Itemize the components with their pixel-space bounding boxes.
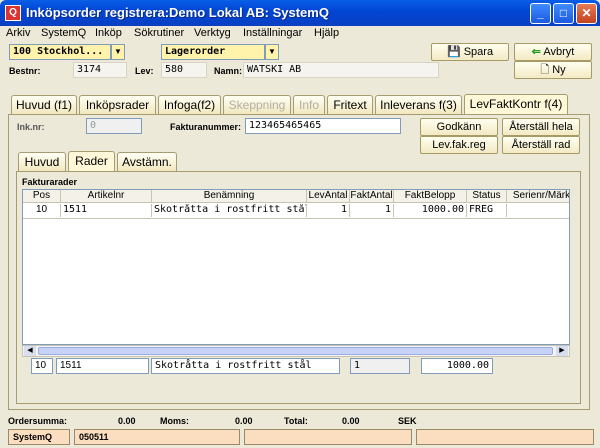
ordersumma-label: Ordersumma: xyxy=(8,416,68,426)
close-button[interactable]: ✕ xyxy=(576,3,597,24)
app-icon: Q xyxy=(5,5,21,21)
cancel-label: Avbryt xyxy=(543,46,575,58)
cell-faktantal: 1 xyxy=(350,204,394,217)
horizontal-scrollbar[interactable]: ◀ ▶ xyxy=(22,345,570,357)
tab-levfaktkontr[interactable]: LevFaktKontr f(4) xyxy=(464,94,568,114)
tab-inkopsrader[interactable]: Inköpsrader xyxy=(79,95,156,114)
scroll-left-icon[interactable]: ◀ xyxy=(24,346,36,356)
chevron-down-icon[interactable]: ▼ xyxy=(111,44,125,60)
edit-benamning-field[interactable]: Skotråtta i rostfritt stål xyxy=(151,358,340,374)
maximize-button[interactable]: □ xyxy=(553,3,574,24)
status-app: SystemQ xyxy=(8,429,70,445)
new-button[interactable]: 🗋 Ny xyxy=(514,61,592,79)
new-label: Ny xyxy=(552,64,566,76)
tab-skeppning: Skeppning xyxy=(223,95,291,114)
table-row[interactable]: 10 1511 Skotråtta i rostfritt stål 1 1 1… xyxy=(23,190,569,218)
lev-label: Lev: xyxy=(135,66,154,76)
total-label: Total: xyxy=(284,416,308,426)
cell-serienr xyxy=(507,204,569,217)
cell-levantal: 1 xyxy=(307,204,350,217)
tab-infoga[interactable]: Infoga(f2) xyxy=(158,95,221,114)
disk-icon: 💾 xyxy=(446,46,461,58)
namn-field[interactable]: WATSKI AB xyxy=(243,62,439,78)
moms-label: Moms: xyxy=(160,416,189,426)
chevron-down-icon[interactable]: ▼ xyxy=(265,44,279,60)
menu-arkiv[interactable]: Arkiv xyxy=(6,27,30,39)
cell-status: FREG xyxy=(467,204,507,217)
cell-artikelnr: 1511 xyxy=(61,204,152,217)
subtab-avstamn[interactable]: Avstämn. xyxy=(117,152,177,171)
subtab-huvud[interactable]: Huvud xyxy=(18,152,66,171)
menu-inkop[interactable]: Inköp xyxy=(95,27,122,39)
reset-row-button[interactable]: Återställ rad xyxy=(502,136,580,154)
cell-benamning: Skotråtta i rostfritt stål xyxy=(154,204,307,217)
bestnr-field[interactable]: 3174 xyxy=(73,62,127,78)
save-label: Spara xyxy=(463,46,494,58)
menu-hjalp[interactable]: Hjälp xyxy=(314,27,339,39)
cancel-button[interactable]: ⇐ Avbryt xyxy=(514,43,592,61)
edit-pos-field[interactable]: 10 xyxy=(31,358,53,374)
lev-field[interactable]: 580 xyxy=(161,62,207,78)
cell-pos: 10 xyxy=(23,204,61,217)
grid-title: Fakturarader xyxy=(22,177,78,187)
minimize-button[interactable]: _ xyxy=(530,3,551,24)
status-cell-4 xyxy=(416,429,594,445)
tab-fritext[interactable]: Fritext xyxy=(327,95,373,114)
inknr-field: 0 xyxy=(86,118,142,134)
row-divider xyxy=(23,218,569,219)
edit-belopp-field[interactable]: 1000.00 xyxy=(421,358,493,374)
window-title: Inköpsorder registrera:Demo Lokal AB: Sy… xyxy=(26,5,329,20)
invoice-rows-table[interactable]: Pos Artikelnr Benämning LevAntal FaktAnt… xyxy=(22,189,570,345)
edit-artikelnr-field[interactable]: 1511 xyxy=(56,358,149,374)
moms-value: 0.00 xyxy=(235,416,253,426)
fakturanummer-label: Fakturanummer: xyxy=(170,122,242,132)
approve-button[interactable]: Godkänn xyxy=(420,118,498,136)
title-bar[interactable]: Q Inköpsorder registrera:Demo Lokal AB: … xyxy=(0,0,600,26)
menu-systemq[interactable]: SystemQ xyxy=(41,27,86,39)
menu-bar: Arkiv SystemQ Inköp Sökrutiner Verktyg I… xyxy=(0,26,600,42)
reset-all-button[interactable]: Återställ hela xyxy=(502,118,580,136)
menu-installningar[interactable]: Inställningar xyxy=(243,27,302,39)
menu-sokrutiner[interactable]: Sökrutiner xyxy=(134,27,184,39)
total-value: 0.00 xyxy=(342,416,360,426)
scroll-right-icon[interactable]: ▶ xyxy=(556,346,568,356)
ordersumma-value: 0.00 xyxy=(118,416,136,426)
order-type-select[interactable]: Lagerorder xyxy=(161,44,265,60)
edit-antal-field[interactable]: 1 xyxy=(350,358,410,374)
tab-huvud[interactable]: Huvud (f1) xyxy=(11,95,77,114)
cell-faktbelopp: 1000.00 xyxy=(394,204,467,217)
arrow-left-icon: ⇐ xyxy=(531,46,541,58)
menu-verktyg[interactable]: Verktyg xyxy=(194,27,231,39)
namn-label: Namn: xyxy=(214,66,243,76)
store-select[interactable]: 100 Stockhol... xyxy=(9,44,111,60)
bestnr-label: Bestnr: xyxy=(9,66,41,76)
tab-inleverans[interactable]: Inleverans f(3) xyxy=(375,95,462,114)
status-cell-3 xyxy=(244,429,412,445)
levfakreg-button[interactable]: Lev.fak.reg xyxy=(420,136,498,154)
new-document-icon: 🗋 xyxy=(540,64,550,76)
status-code: 050511 xyxy=(74,429,240,445)
tab-info: Info xyxy=(293,95,325,114)
subtab-rader[interactable]: Rader xyxy=(68,151,115,171)
inknr-label: Ink.nr: xyxy=(17,122,45,132)
save-button[interactable]: 💾 Spara xyxy=(431,43,509,61)
currency-label: SEK xyxy=(398,416,417,426)
fakturanummer-input[interactable]: 123465465465 xyxy=(245,118,401,134)
scroll-thumb[interactable] xyxy=(38,347,553,355)
